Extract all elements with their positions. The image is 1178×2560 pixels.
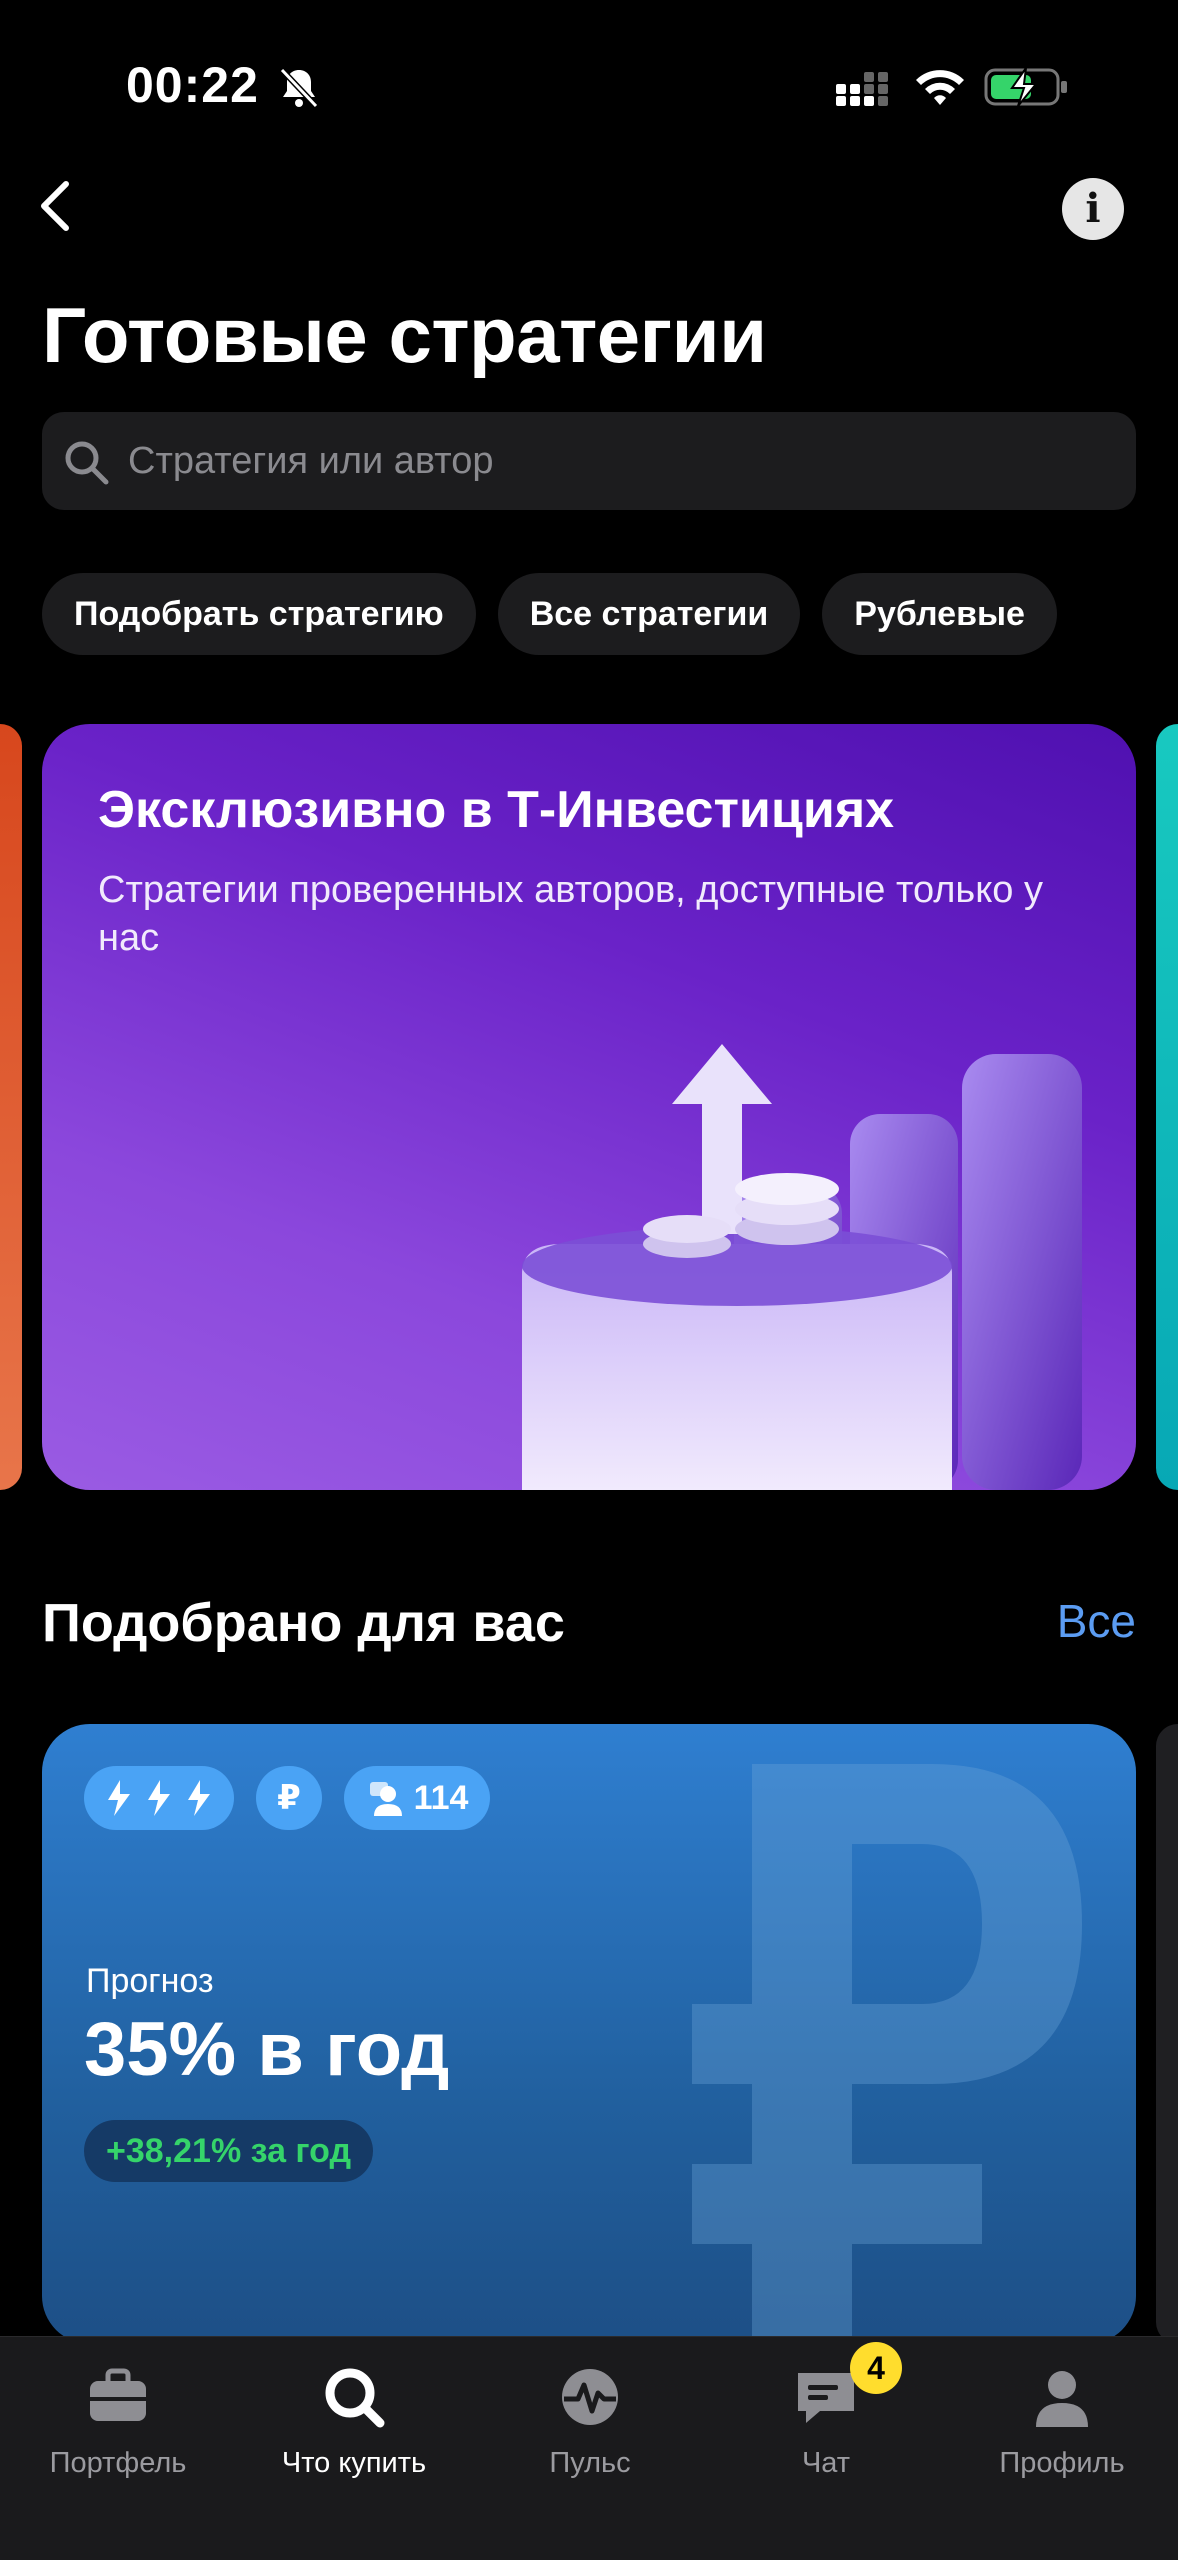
tab-chat[interactable]: Чат <box>708 2337 944 2537</box>
promo-subtitle: Стратегии проверенных авторов, доступные… <box>98 869 1043 959</box>
growth-chart-illustration <box>522 1044 1082 1490</box>
strategy-card[interactable]: ₽ 114 Прогноз 35% в год +38,21% за год <box>42 1724 1136 2344</box>
pulse-icon <box>562 2369 618 2425</box>
risk-level-badge <box>84 1766 234 1830</box>
promo-banner[interactable]: Эксклюзивно в Т-Инвестициях Стратегии пр… <box>42 724 1136 1490</box>
status-bar: 00:22 <box>0 0 1178 150</box>
status-time: 00:22 <box>126 57 259 113</box>
chat-unread-badge: 4 <box>850 2342 902 2394</box>
tab-label: Профиль <box>999 2447 1125 2479</box>
search-bar[interactable] <box>42 412 1136 510</box>
tab-portfolio[interactable]: Портфель <box>0 2337 236 2537</box>
back-chevron-icon[interactable] <box>34 176 74 236</box>
filter-chips: Подобрать стратегию Все стратегии Рублев… <box>42 573 1057 655</box>
tab-profile[interactable]: Профиль <box>944 2337 1178 2537</box>
strategy-badges: ₽ 114 <box>84 1766 490 1830</box>
profile-icon <box>1036 2371 1088 2427</box>
bell-muted-icon <box>279 67 319 109</box>
tab-label: Портфель <box>49 2447 187 2479</box>
battery-charging-icon <box>984 67 1067 107</box>
info-icon[interactable]: i <box>1062 178 1124 240</box>
tab-what-to-buy[interactable]: Что купить <box>236 2337 472 2537</box>
cellular-signal-icon <box>836 72 888 106</box>
subscribers-badge: 114 <box>344 1766 490 1830</box>
promo-card-previous[interactable] <box>0 724 22 1490</box>
promo-title: Эксклюзивно в Т-Инвестициях <box>98 781 895 839</box>
tab-label: Пульс <box>549 2447 631 2479</box>
tab-pulse[interactable]: Пульс <box>472 2337 708 2537</box>
page-title: Готовые стратегии <box>42 291 767 379</box>
wifi-icon <box>916 70 964 105</box>
tab-label: Чат <box>801 2447 851 2479</box>
users-icon <box>369 1782 402 1816</box>
briefcase-icon <box>90 2368 146 2421</box>
see-all-link[interactable]: Все <box>1057 1594 1136 1648</box>
tab-label: Что купить <box>281 2447 427 2479</box>
currency-badge: ₽ <box>256 1766 322 1830</box>
bottom-tab-bar: Портфель Что купить Пульс Чат Профиль <box>0 2336 1178 2560</box>
chip-pick-strategy[interactable]: Подобрать стратегию <box>42 573 476 655</box>
search-icon <box>325 2368 385 2428</box>
annual-return-badge: +38,21% за год <box>84 2120 374 2182</box>
lightning-icon <box>108 1780 210 1816</box>
search-input[interactable] <box>128 412 1088 510</box>
chip-all-strategies[interactable]: Все стратегии <box>497 573 801 655</box>
forecast-label: Прогноз <box>86 1962 214 2000</box>
strategy-card-next[interactable] <box>1156 1724 1178 2344</box>
forecast-value: 35% в год <box>84 2007 450 2092</box>
promo-card-next[interactable] <box>1156 724 1178 1490</box>
ruble-sign-illustration <box>692 1764 1082 2344</box>
subscribers-count: 114 <box>413 1778 469 1817</box>
search-icon <box>65 441 109 485</box>
chip-ruble[interactable]: Рублевые <box>822 573 1057 655</box>
section-title: Подобрано для вас <box>42 1593 565 1653</box>
